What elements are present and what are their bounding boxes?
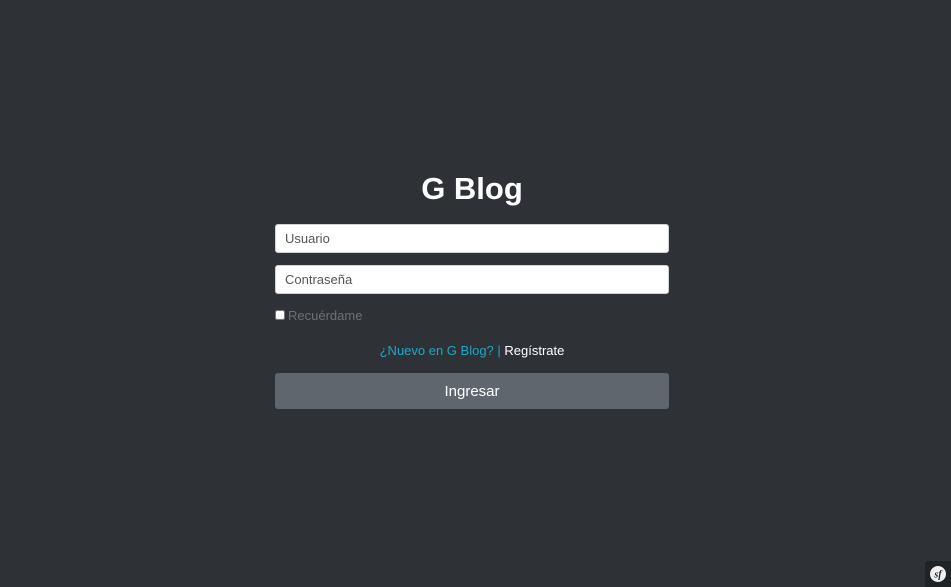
remember-me-label: Recuérdame	[288, 307, 363, 323]
new-user-text: ¿Nuevo en G Blog? |	[379, 343, 501, 358]
register-prompt: ¿Nuevo en G Blog? | Regístrate	[275, 343, 669, 359]
remember-me-checkbox[interactable]	[275, 310, 285, 320]
username-input[interactable]	[275, 224, 669, 253]
app-title: G Blog	[421, 171, 523, 206]
login-page: G Blog Recuérdame ¿Nuevo en G Blog? | Re…	[0, 0, 951, 587]
symfony-toolbar-button[interactable]: sf	[925, 561, 951, 587]
password-input[interactable]	[275, 265, 669, 294]
register-link[interactable]: Regístrate	[504, 343, 564, 358]
login-form: G Blog Recuérdame ¿Nuevo en G Blog? | Re…	[275, 168, 669, 409]
remember-me[interactable]: Recuérdame	[275, 307, 669, 323]
symfony-icon: sf	[925, 561, 951, 587]
login-button[interactable]: Ingresar	[275, 373, 669, 409]
